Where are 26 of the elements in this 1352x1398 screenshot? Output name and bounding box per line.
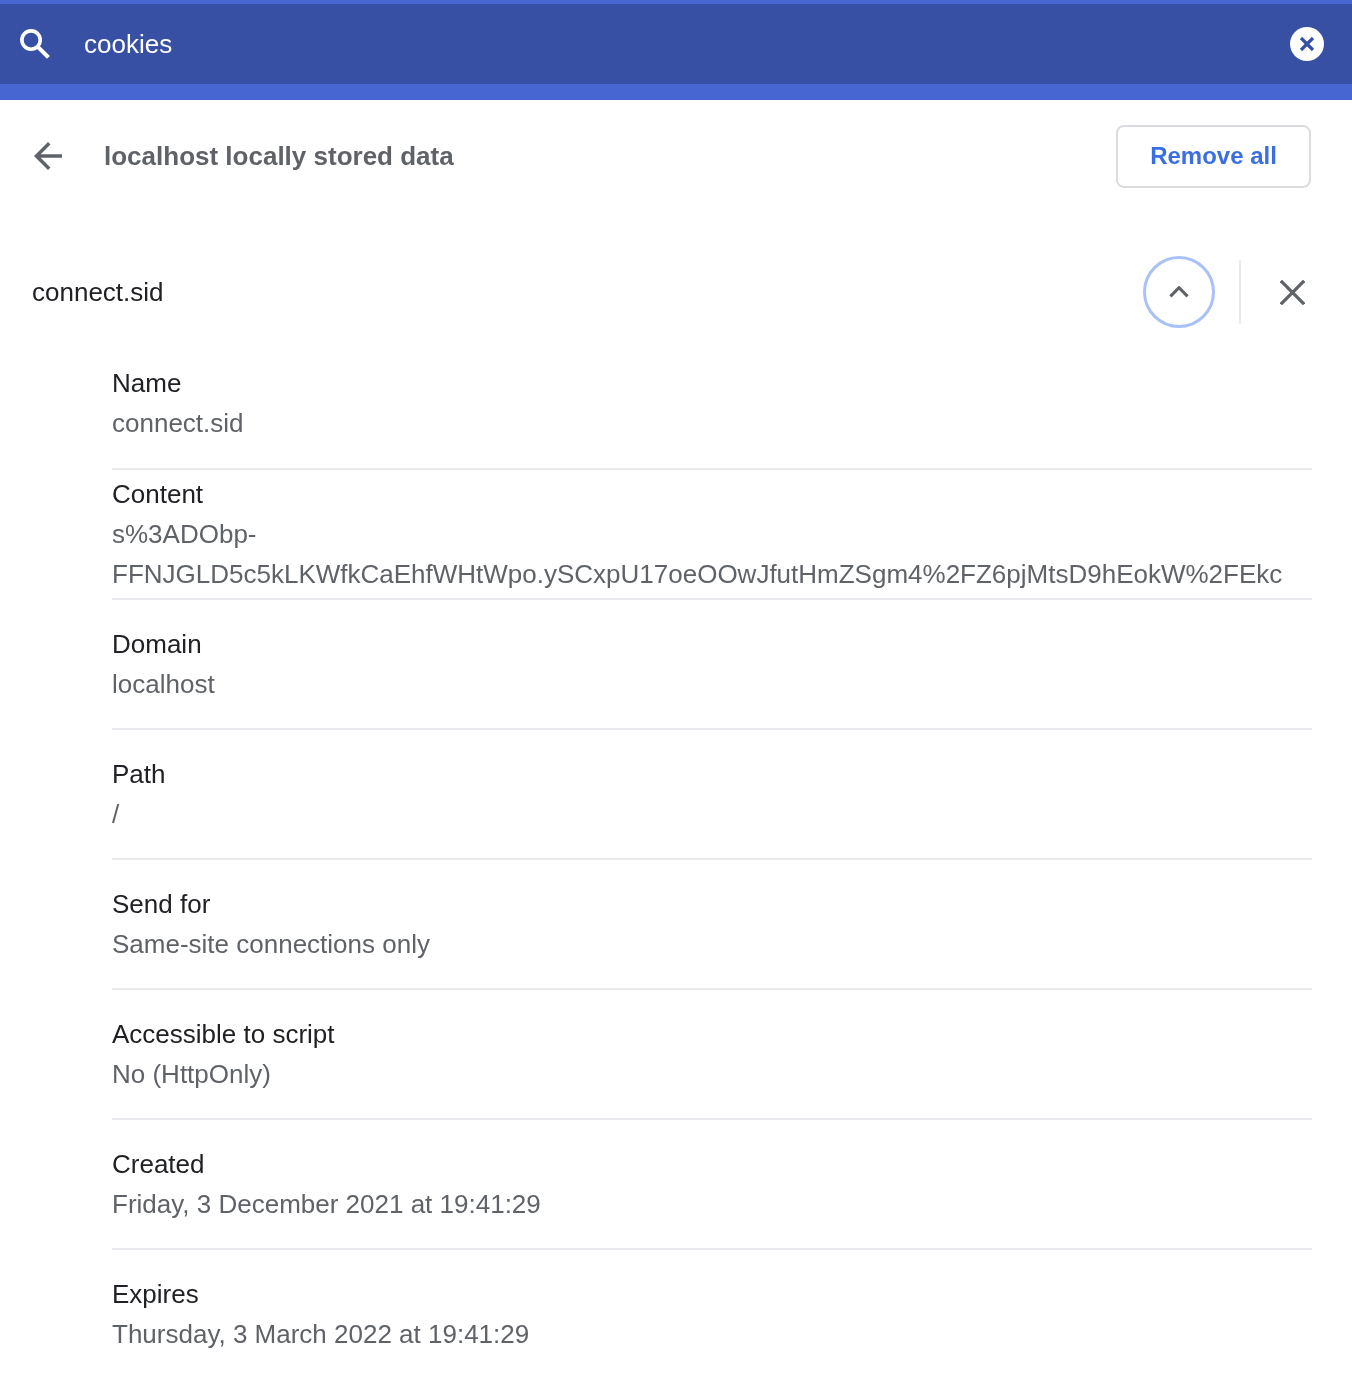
search-field[interactable]: cookies [84,22,1284,66]
field-label: Path [112,758,167,791]
field-value: / [112,798,121,831]
close-icon [1279,279,1305,305]
field-value: Friday, 3 December 2021 at 19:41:29 [112,1188,542,1221]
back-arrow-icon [34,142,62,170]
caret-up-icon [1169,286,1189,298]
close-icon [1290,27,1324,61]
field-value: No (HttpOnly) [112,1058,272,1091]
cookie-name: connect.sid [32,276,165,308]
field-value: Thursday, 3 March 2022 at 19:41:29 [112,1318,531,1351]
field-label: Expires [112,1278,200,1311]
page-title: localhost locally stored data [104,140,455,172]
field-value: Same-site connections only [112,928,431,961]
search-bar[interactable]: cookies [0,0,1352,100]
field-label: Send for [112,888,212,921]
remove-all-button[interactable]: Remove all [1116,124,1311,188]
search-icon [20,29,50,59]
field-label: Domain [112,628,203,661]
field-label: Name [112,367,183,400]
field-value: connect.sid [112,407,245,440]
field-value: s%3ADObp-FFNJGLD5c5kLKWfkCaEhfWHtWpo.ySCxpU17oeOOwJfutHmZSgm4%2FZ6pjMtsD9hEokW%2FEkc [112,518,1284,591]
field-label: Content [112,478,205,511]
field-value: localhost [112,668,216,701]
field-label: Accessible to script [112,1018,336,1051]
field-label: Created [112,1148,206,1181]
